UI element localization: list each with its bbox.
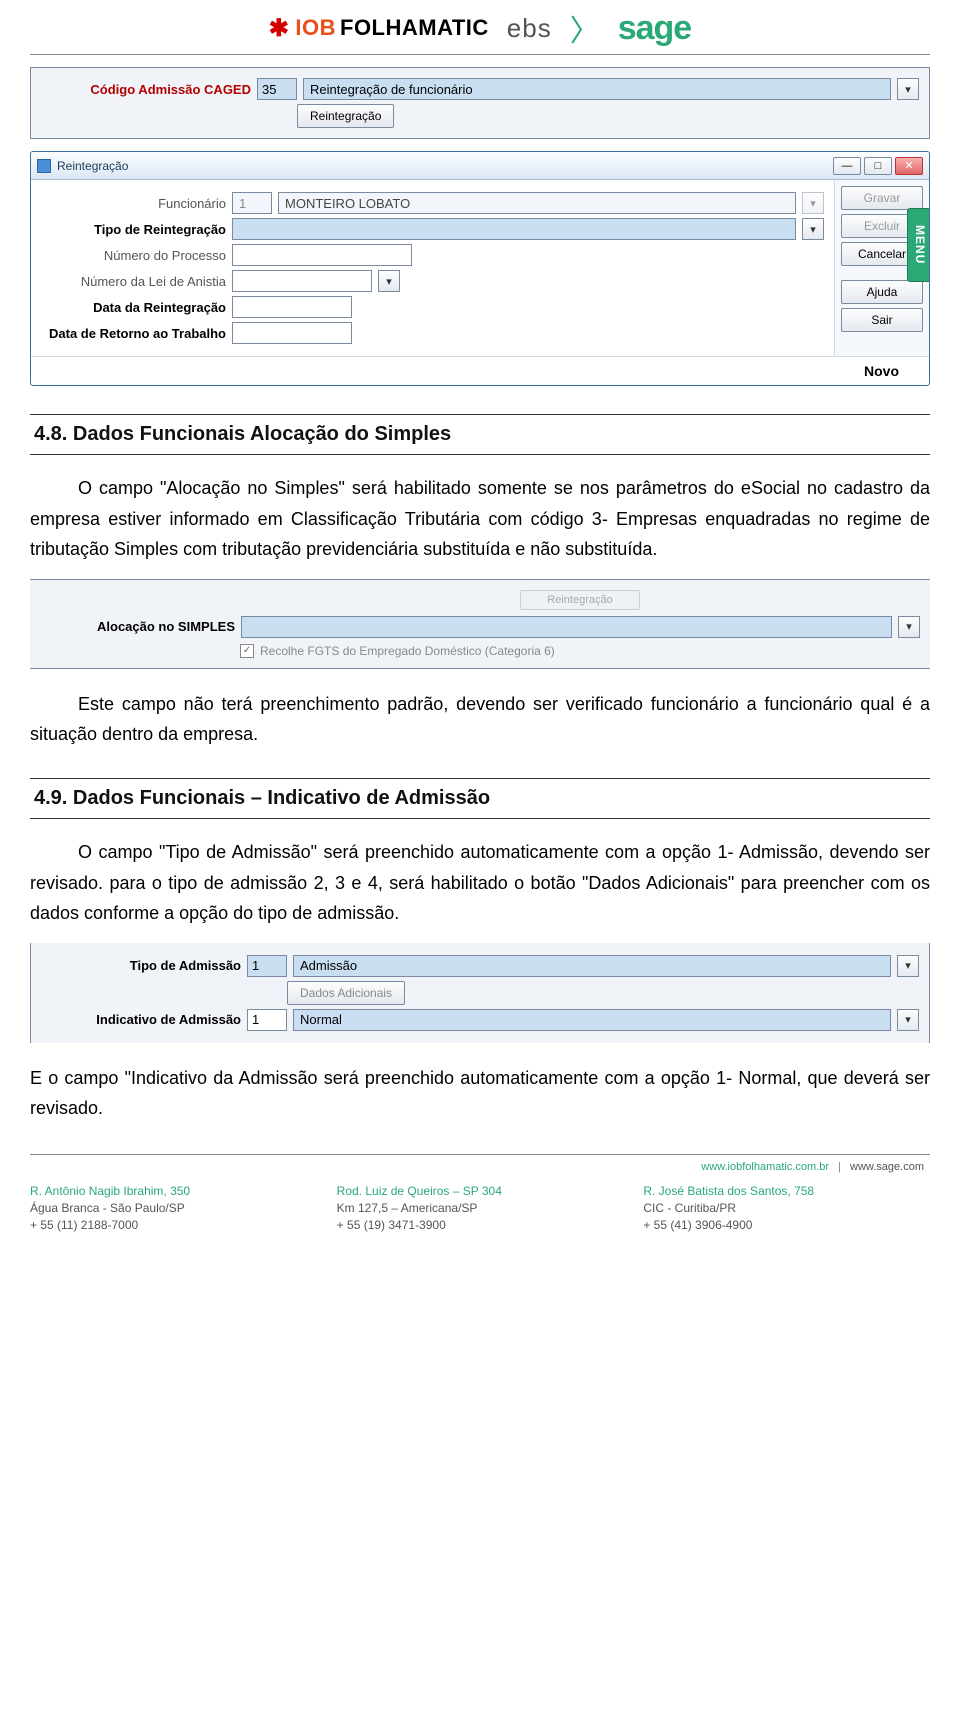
dados-adicionais-button: Dados Adicionais xyxy=(287,981,405,1005)
checkbox-fgts-label: Recolhe FGTS do Empregado Doméstico (Cat… xyxy=(260,644,555,658)
label-alocacao-simples: Alocação no SIMPLES xyxy=(40,619,235,634)
input-num-processo[interactable] xyxy=(232,244,412,266)
footer-phone: + 55 (11) 2188-7000 xyxy=(30,1217,317,1234)
dropdown-arrow-icon[interactable]: ▾ xyxy=(378,270,400,292)
dropdown-arrow-icon[interactable]: ▾ xyxy=(897,955,919,977)
window-reintegracao: Reintegração — □ ✕ Funcionário ▾ Tipo de… xyxy=(30,151,930,386)
input-indicativo-code[interactable] xyxy=(247,1009,287,1031)
ghost-reintegracao-button: Reintegração xyxy=(520,590,640,610)
footer-phone: + 55 (41) 3906-4900 xyxy=(643,1217,930,1234)
input-tipo-reintegracao[interactable] xyxy=(232,218,796,240)
menu-tab[interactable]: MENU xyxy=(907,208,930,282)
dropdown-arrow-icon: ▾ xyxy=(802,192,824,214)
dropdown-arrow-icon[interactable]: ▾ xyxy=(897,78,919,100)
sair-button[interactable]: Sair xyxy=(841,308,923,332)
ui-alocacao-simples: Reintegração Alocação no SIMPLES ▾ Recol… xyxy=(30,579,930,669)
input-num-anistia[interactable] xyxy=(232,270,372,292)
heading-4-9: 4.9. Dados Funcionais – Indicativo de Ad… xyxy=(30,778,930,819)
input-data-reintegracao[interactable] xyxy=(232,296,352,318)
footer-col-3: R. José Batista dos Santos, 758 CIC - Cu… xyxy=(643,1183,930,1233)
input-tipo-admissao-code[interactable] xyxy=(247,955,287,977)
maximize-button[interactable]: □ xyxy=(864,157,892,175)
logo-folhamatic-text: FOLHAMATIC xyxy=(340,15,489,41)
footer-city: Km 127,5 – Americana/SP xyxy=(337,1200,624,1217)
footer-link-sage[interactable]: www.sage.com xyxy=(850,1161,924,1173)
footer-city: CIC - Curitiba/PR xyxy=(643,1200,930,1217)
header-logo-row: ✱ IOB FOLHAMATIC ebs 〉 sage xyxy=(30,0,930,55)
footer-col-2: Rod. Luiz de Queiros – SP 304 Km 127,5 –… xyxy=(337,1183,624,1233)
label-codigo-admissao-caged: Código Admissão CAGED xyxy=(41,82,251,97)
logo-sage: sage xyxy=(618,9,692,48)
logo-iob-text: IOB xyxy=(295,15,336,41)
paragraph: O campo "Alocação no Simples" será habil… xyxy=(30,473,930,565)
input-caged-code[interactable] xyxy=(257,78,297,100)
footer-col-1: R. Antônio Nagib Ibrahim, 350 Água Branc… xyxy=(30,1183,317,1233)
checkbox-icon xyxy=(240,644,254,658)
reintegracao-button[interactable]: Reintegração xyxy=(297,104,394,128)
label-data-reintegracao: Data da Reintegração xyxy=(41,300,226,315)
input-funcionario-code xyxy=(232,192,272,214)
footer-separator: | xyxy=(838,1161,841,1173)
dropdown-arrow-icon[interactable]: ▾ xyxy=(898,616,920,638)
label-tipo-admissao: Tipo de Admissão xyxy=(41,958,241,973)
input-data-retorno[interactable] xyxy=(232,322,352,344)
dropdown-arrow-icon[interactable]: ▾ xyxy=(897,1009,919,1031)
label-num-processo: Número do Processo xyxy=(41,248,226,263)
label-num-anistia: Número da Lei de Anistia xyxy=(41,274,226,289)
dropdown-arrow-icon[interactable]: ▾ xyxy=(802,218,824,240)
label-data-retorno: Data de Retorno ao Trabalho xyxy=(41,326,226,341)
close-button[interactable]: ✕ xyxy=(895,157,923,175)
footer-city: Água Branca - São Paulo/SP xyxy=(30,1200,317,1217)
heading-4-8: 4.8. Dados Funcionais Alocação do Simple… xyxy=(30,414,930,455)
checkbox-fgts-domestico-row: Recolhe FGTS do Empregado Doméstico (Cat… xyxy=(240,644,920,658)
input-alocacao-simples[interactable] xyxy=(241,616,892,638)
logo-iob-folhamatic: ✱ IOB FOLHAMATIC xyxy=(269,14,489,43)
input-caged-desc[interactable] xyxy=(303,78,891,100)
paragraph: O campo "Tipo de Admissão" será preenchi… xyxy=(30,837,930,929)
page-footer: www.iobfolhamatic.com.br | www.sage.com … xyxy=(30,1154,930,1233)
label-funcionario: Funcionário xyxy=(41,196,226,211)
footer-link-iob[interactable]: www.iobfolhamatic.com.br xyxy=(701,1161,829,1173)
titlebar: Reintegração — □ ✕ xyxy=(31,152,929,180)
minimize-button[interactable]: — xyxy=(833,157,861,175)
section-4-9: 4.9. Dados Funcionais – Indicativo de Ad… xyxy=(30,778,930,1124)
ui-tipo-admissao: Tipo de Admissão ▾ Dados Adicionais Indi… xyxy=(30,943,930,1043)
footer-address: R. Antônio Nagib Ibrahim, 350 xyxy=(30,1183,317,1200)
gravar-button[interactable]: Gravar xyxy=(841,186,923,210)
asterisk-icon: ✱ xyxy=(269,14,290,43)
footer-address: Rod. Luiz de Queiros – SP 304 xyxy=(337,1183,624,1200)
ui-caged-box: Código Admissão CAGED ▾ Reintegração xyxy=(30,67,930,139)
window-title: Reintegração xyxy=(57,159,128,173)
input-funcionario-nome xyxy=(278,192,796,214)
app-icon xyxy=(37,159,51,173)
input-indicativo-desc[interactable] xyxy=(293,1009,891,1031)
novo-label[interactable]: Novo xyxy=(864,363,899,379)
section-4-8: 4.8. Dados Funcionais Alocação do Simple… xyxy=(30,414,930,750)
label-indicativo-admissao: Indicativo de Admissão xyxy=(41,1012,241,1027)
label-tipo-reintegracao: Tipo de Reintegração xyxy=(41,222,226,237)
input-tipo-admissao-desc[interactable] xyxy=(293,955,891,977)
footer-phone: + 55 (19) 3471-3900 xyxy=(337,1217,624,1234)
logo-ebs: ebs xyxy=(507,13,552,44)
footer-address: R. José Batista dos Santos, 758 xyxy=(643,1183,930,1200)
ajuda-button[interactable]: Ajuda xyxy=(841,280,923,304)
paragraph: E o campo "Indicativo da Admissão será p… xyxy=(30,1063,930,1124)
chevron-right-icon: 〉 xyxy=(570,6,600,50)
paragraph: Este campo não terá preenchimento padrão… xyxy=(30,689,930,750)
